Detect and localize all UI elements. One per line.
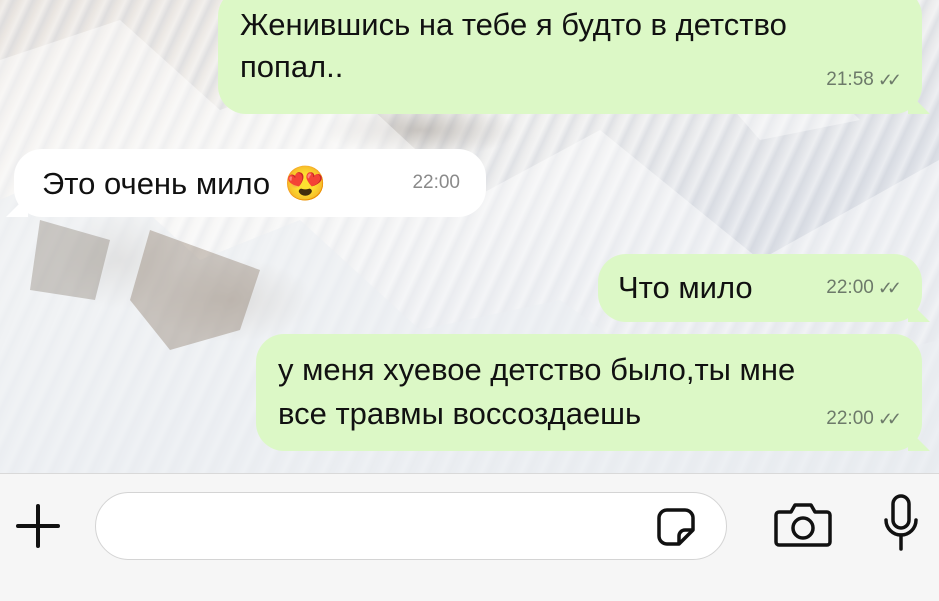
plus-icon[interactable]	[12, 500, 64, 552]
message-time: 22:00	[412, 172, 460, 193]
message-bubble-outgoing[interactable]: Что мило 22:00 ✓✓	[598, 254, 930, 322]
message-bubble-outgoing[interactable]: у меня хуевое детство было,ты мне все тр…	[256, 334, 930, 451]
message-meta: 22:00 ✓✓	[826, 399, 902, 439]
message-meta: 22:00 ✓✓	[826, 268, 902, 308]
message-meta: 22:00	[412, 163, 460, 203]
message-text: Это очень мило 😍	[42, 164, 326, 204]
message-text-line: Женившись на тебе я будто в детство	[240, 7, 787, 42]
message-text-line: у меня хуевое детство было,ты мне	[278, 352, 796, 387]
double-check-icon: ✓✓	[877, 70, 902, 90]
message-time: 22:00	[826, 277, 874, 298]
heart-eyes-emoji-icon: 😍	[284, 165, 327, 203]
message-text: Что мило	[618, 270, 753, 305]
message-meta: 21:58 ✓✓	[826, 60, 902, 100]
camera-icon[interactable]	[770, 496, 836, 552]
message-time: 21:58	[826, 69, 874, 90]
double-check-icon: ✓✓	[877, 278, 902, 298]
message-text-line: попал..	[240, 49, 344, 84]
message-input[interactable]	[95, 492, 727, 560]
message-bubble-incoming[interactable]: Это очень мило 😍 22:00	[6, 149, 486, 217]
message-text-line: все травмы воссоздаешь	[278, 396, 642, 431]
message-time: 22:00	[826, 408, 874, 429]
microphone-icon[interactable]	[876, 492, 926, 554]
message-bubble-outgoing[interactable]: Женившись на тебе я будто в детство попа…	[218, 0, 930, 114]
sticker-icon[interactable]	[654, 505, 698, 549]
double-check-icon: ✓✓	[877, 409, 902, 429]
message-text-label: Это очень мило	[42, 166, 271, 201]
